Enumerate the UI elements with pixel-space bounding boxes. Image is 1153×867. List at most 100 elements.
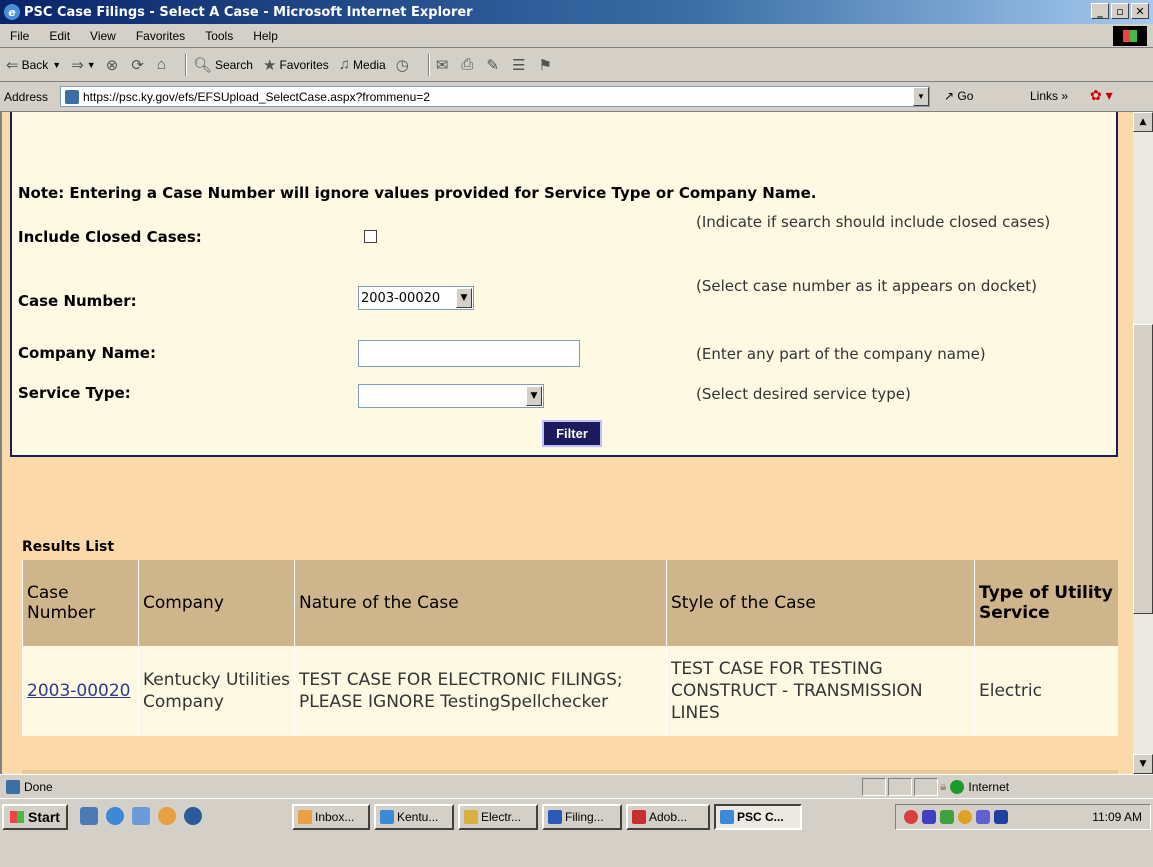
chevron-down-icon[interactable]: ▼: [456, 288, 472, 308]
task-label: Adob...: [649, 810, 688, 824]
address-label: Address: [4, 89, 49, 104]
header-utility-service: Type of Utility Service: [974, 560, 1118, 646]
links-button[interactable]: Links »: [1030, 89, 1068, 103]
menu-bar: File Edit View Favorites Tools Help: [0, 24, 1153, 48]
cell-company: Kentucky Utilities Company: [138, 646, 295, 736]
service-type-help: (Select desired service type): [696, 385, 911, 403]
clock-quicklaunch-icon[interactable]: [158, 807, 176, 825]
mail-icon[interactable]: [994, 810, 1008, 824]
company-name-input[interactable]: [358, 340, 580, 367]
back-button[interactable]: ⇐ Back ▼: [6, 56, 61, 74]
menu-help[interactable]: Help: [243, 29, 288, 43]
back-label: Back: [21, 57, 49, 72]
window-title: PSC Case Filings - Select A Case - Micro…: [24, 4, 473, 20]
antivirus-icon[interactable]: [904, 810, 918, 824]
forward-dropdown-icon[interactable]: ▼: [87, 60, 96, 70]
show-desktop-icon[interactable]: [80, 807, 98, 825]
home-button[interactable]: ⌂: [157, 56, 169, 73]
history-button[interactable]: ◷: [396, 56, 412, 74]
vertical-scrollbar[interactable]: ▲ ▼: [1133, 112, 1153, 774]
network-icon[interactable]: [940, 810, 954, 824]
include-closed-help: (Indicate if search should include close…: [696, 213, 1051, 231]
outlook-quicklaunch-icon[interactable]: [132, 807, 150, 825]
menu-file[interactable]: File: [0, 29, 39, 43]
task-kentucky[interactable]: Kentu...: [374, 804, 454, 830]
ie-quicklaunch-icon[interactable]: [106, 807, 124, 825]
media-button[interactable]: ♫ Media: [339, 56, 386, 73]
results-header-row: Case Number Company Nature of the Case S…: [22, 560, 1118, 646]
filter-button[interactable]: Filter: [542, 420, 602, 447]
status-bar: Done 🔒︎ Internet: [0, 774, 1153, 798]
address-bar: Address https://psc.ky.gov/efs/EFSUpload…: [0, 82, 1153, 112]
media-quicklaunch-icon[interactable]: [184, 807, 202, 825]
scroll-thumb[interactable]: [1133, 324, 1153, 614]
adobe-icon: [632, 810, 646, 824]
forward-button[interactable]: ⇒ ▼: [71, 56, 96, 74]
media-label: Media: [353, 57, 386, 72]
case-number-link[interactable]: 2003-00020: [27, 681, 130, 701]
refresh-button[interactable]: ⟳: [131, 56, 147, 74]
shield-icon[interactable]: [922, 810, 936, 824]
stop-button[interactable]: ⊗: [106, 56, 122, 74]
status-cell: [914, 778, 938, 796]
task-inbox[interactable]: Inbox...: [292, 804, 370, 830]
scroll-up-icon[interactable]: ▲: [1133, 112, 1153, 132]
go-button[interactable]: ↗ Go: [944, 89, 973, 103]
menu-tools[interactable]: Tools: [195, 29, 243, 43]
search-panel: Note: Entering a Case Number will ignore…: [10, 112, 1118, 457]
maximize-button[interactable]: ▫: [1111, 3, 1129, 19]
case-number-select[interactable]: 2003-00020 ▼: [358, 286, 474, 310]
window-title-bar: e PSC Case Filings - Select A Case - Mic…: [0, 0, 1153, 24]
task-label: Inbox...: [315, 810, 355, 824]
page-icon: [65, 89, 79, 104]
search-button[interactable]: 🔍︎ Search: [193, 56, 253, 74]
back-dropdown-icon[interactable]: ▼: [52, 60, 61, 70]
close-button[interactable]: ✕: [1131, 3, 1149, 19]
address-dropdown-icon[interactable]: ▼: [913, 87, 929, 106]
include-closed-checkbox[interactable]: [364, 230, 377, 243]
search-icon: [464, 810, 478, 824]
task-electric[interactable]: Electr...: [458, 804, 538, 830]
messenger-button[interactable]: ⚑: [538, 56, 554, 74]
links-label: Links: [1030, 89, 1059, 103]
links-toolbar-icon[interactable]: ✿ ▾: [1090, 87, 1113, 104]
company-name-label: Company Name:: [18, 344, 156, 362]
company-name-help: (Enter any part of the company name): [696, 345, 986, 363]
task-filing[interactable]: Filing...: [542, 804, 622, 830]
task-label: Filing...: [565, 810, 604, 824]
history-icon: ◷: [395, 56, 409, 74]
task-adobe[interactable]: Adob...: [626, 804, 710, 830]
menu-view[interactable]: View: [80, 29, 126, 43]
update-icon[interactable]: [958, 810, 972, 824]
edit-button[interactable]: ✎: [486, 56, 502, 74]
task-psc-case[interactable]: PSC C...: [714, 804, 802, 830]
start-button[interactable]: Start: [2, 804, 68, 830]
service-type-select[interactable]: ▼: [358, 384, 544, 408]
status-cell: [888, 778, 912, 796]
menu-edit[interactable]: Edit: [39, 29, 80, 43]
case-number-help: (Select case number as it appears on doc…: [696, 277, 1037, 295]
edit-icon: ✎: [486, 56, 499, 74]
chevron-down-icon[interactable]: ▼: [526, 386, 542, 406]
favorites-label: Favorites: [279, 57, 329, 72]
go-arrow-icon: ↗: [944, 89, 958, 103]
search-icon: 🔍︎: [192, 56, 212, 74]
results-title: Results List: [22, 539, 115, 555]
windows-logo-icon: [1113, 26, 1147, 46]
favorites-button[interactable]: ★ Favorites: [263, 56, 329, 74]
scroll-down-icon[interactable]: ▼: [1133, 754, 1153, 774]
clock[interactable]: 11:09 AM: [1092, 810, 1142, 824]
print-button[interactable]: ⎙: [461, 56, 476, 73]
address-input[interactable]: https://psc.ky.gov/efs/EFSUpload_SelectC…: [60, 86, 930, 107]
mail-icon: ✉: [435, 56, 449, 74]
minimize-button[interactable]: _: [1091, 3, 1109, 19]
window-controls: _ ▫ ✕: [1091, 3, 1149, 19]
mail-button[interactable]: ✉: [436, 56, 452, 74]
header-style: Style of the Case: [666, 560, 975, 646]
discuss-button[interactable]: ☰: [512, 56, 528, 74]
cell-service: Electric: [974, 646, 1118, 736]
sound-icon[interactable]: [976, 810, 990, 824]
page-content: Note: Entering a Case Number will ignore…: [0, 112, 1133, 774]
menu-favorites[interactable]: Favorites: [126, 29, 195, 43]
clock-icon: [298, 810, 312, 824]
